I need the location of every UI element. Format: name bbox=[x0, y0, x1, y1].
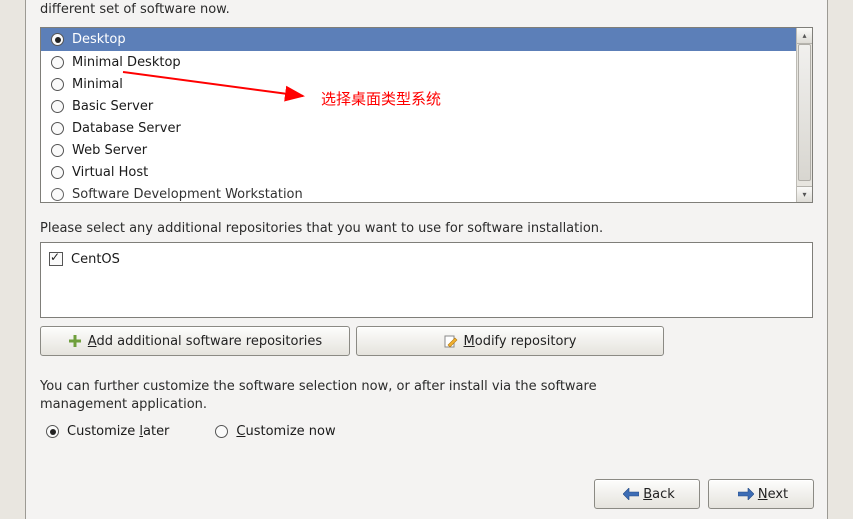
scroll-thumb[interactable] bbox=[798, 44, 811, 181]
option-label: Virtual Host bbox=[72, 165, 148, 180]
next-button[interactable]: Next bbox=[708, 479, 814, 509]
radio-icon bbox=[51, 188, 64, 201]
radio-icon bbox=[51, 166, 64, 179]
option-software-dev-workstation[interactable]: Software Development Workstation bbox=[45, 183, 792, 202]
software-selection-list[interactable]: Desktop Minimal Desktop Minimal Basic Se… bbox=[40, 27, 813, 203]
radio-label: Customize later bbox=[67, 424, 169, 439]
button-label: Next bbox=[758, 487, 788, 502]
radio-icon bbox=[215, 425, 228, 438]
radio-icon bbox=[51, 144, 64, 157]
option-label: Software Development Workstation bbox=[72, 187, 303, 202]
customize-later-radio[interactable]: Customize later bbox=[40, 424, 169, 439]
plus-icon bbox=[68, 334, 82, 348]
customize-info: You can further customize the software s… bbox=[40, 378, 813, 414]
option-basic-server[interactable]: Basic Server bbox=[45, 95, 792, 117]
modify-repo-button[interactable]: Modify repository bbox=[356, 326, 664, 356]
scroll-up-icon[interactable]: ▴ bbox=[797, 28, 812, 44]
radio-icon bbox=[51, 78, 64, 91]
customize-now-radio[interactable]: Customize now bbox=[209, 424, 335, 439]
option-label: Basic Server bbox=[72, 99, 153, 114]
option-minimal[interactable]: Minimal bbox=[45, 73, 792, 95]
option-label: Minimal bbox=[72, 77, 123, 92]
scrollbar[interactable]: ▴ ▾ bbox=[796, 28, 812, 202]
checkbox-icon[interactable] bbox=[49, 252, 63, 266]
button-label: Modify repository bbox=[464, 334, 577, 349]
option-label: Web Server bbox=[72, 143, 147, 158]
radio-icon bbox=[51, 100, 64, 113]
option-label: Minimal Desktop bbox=[72, 55, 181, 70]
button-label: Back bbox=[643, 487, 675, 502]
radio-label: Customize now bbox=[236, 424, 335, 439]
edit-icon bbox=[444, 334, 458, 348]
option-desktop[interactable]: Desktop bbox=[41, 28, 796, 51]
arrow-left-icon bbox=[623, 488, 639, 500]
option-virtual-host[interactable]: Virtual Host bbox=[45, 161, 792, 183]
radio-icon bbox=[51, 56, 64, 69]
option-web-server[interactable]: Web Server bbox=[45, 139, 792, 161]
repo-label: CentOS bbox=[71, 252, 120, 267]
back-button[interactable]: Back bbox=[594, 479, 700, 509]
option-database-server[interactable]: Database Server bbox=[45, 117, 792, 139]
repo-prompt: Please select any additional repositorie… bbox=[40, 221, 813, 236]
intro-text: different set of software now. bbox=[40, 0, 813, 27]
radio-icon bbox=[51, 122, 64, 135]
option-label: Database Server bbox=[72, 121, 181, 136]
scroll-track[interactable] bbox=[797, 44, 812, 186]
button-label: Add additional software repositories bbox=[88, 334, 322, 349]
arrow-right-icon bbox=[738, 488, 754, 500]
radio-icon bbox=[51, 33, 64, 46]
option-minimal-desktop[interactable]: Minimal Desktop bbox=[45, 51, 792, 73]
radio-icon bbox=[46, 425, 59, 438]
option-label: Desktop bbox=[72, 32, 126, 47]
add-repo-button[interactable]: Add additional software repositories bbox=[40, 326, 350, 356]
scroll-down-icon[interactable]: ▾ bbox=[797, 186, 812, 202]
repo-list[interactable]: CentOS bbox=[40, 242, 813, 318]
repo-centos[interactable]: CentOS bbox=[49, 249, 804, 269]
